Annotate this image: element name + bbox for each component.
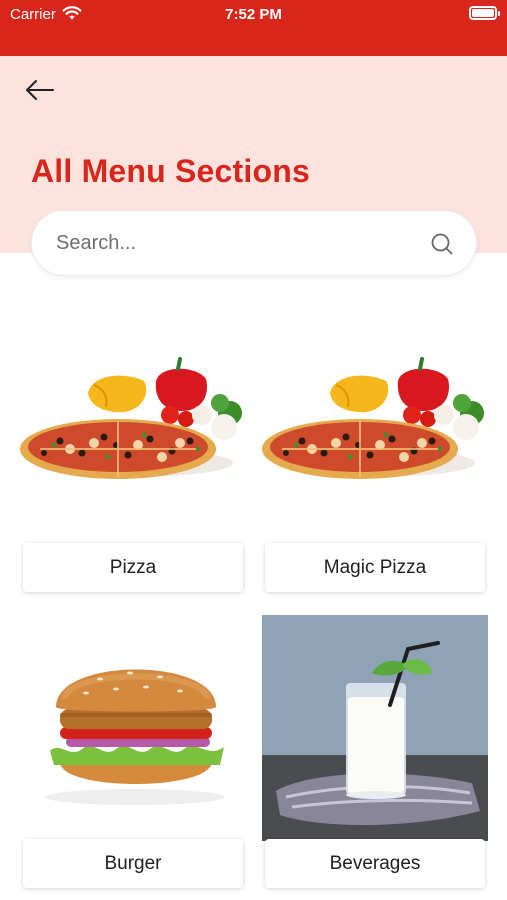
- status-time: 7:52 PM: [225, 6, 282, 23]
- menu-section-label: Pizza: [109, 556, 157, 578]
- menu-section-label-box[interactable]: Burger: [23, 839, 243, 888]
- menu-section-label: Beverages: [329, 852, 421, 874]
- pizza-image: [262, 357, 484, 479]
- menu-section-label: Magic Pizza: [323, 556, 427, 578]
- beverage-image: [262, 615, 488, 841]
- search-input[interactable]: [56, 211, 416, 275]
- arrow-left-icon[interactable]: [22, 76, 58, 104]
- menu-section-card[interactable]: Magic Pizza: [262, 345, 488, 595]
- menu-section-label-box[interactable]: Beverages: [265, 839, 485, 888]
- menu-section-card[interactable]: Burger: [20, 615, 246, 891]
- battery-icon: [469, 6, 500, 20]
- burger-image: [45, 669, 225, 805]
- menu-section-label-box[interactable]: Magic Pizza: [265, 543, 485, 592]
- page-title: All Menu Sections: [31, 153, 310, 189]
- pizza-image: [20, 357, 242, 479]
- menu-section-card[interactable]: Beverages: [262, 615, 488, 891]
- menu-section-label: Burger: [104, 852, 162, 874]
- menu-section-label-box[interactable]: Pizza: [23, 543, 243, 592]
- status-bar: Carrier 7:52 PM: [0, 0, 507, 56]
- search-icon[interactable]: [430, 232, 454, 256]
- search-bar[interactable]: [31, 210, 477, 276]
- menu-section-card[interactable]: Pizza: [20, 345, 246, 595]
